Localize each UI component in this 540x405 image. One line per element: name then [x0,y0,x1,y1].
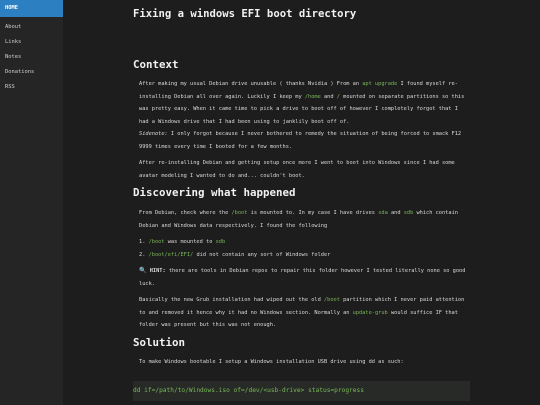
list-item: 2. /boot/efi/EFI/ did not contain any so… [139,249,330,262]
sidebar-item-donations[interactable]: Donations [0,65,63,80]
findings-list: 1. /boot was mounted to sdb 2. /boot/efi… [139,236,330,261]
solution-paragraph-1: To make Windows bootable I setup a Windo… [139,359,404,365]
inline-code: /boot [323,297,340,303]
list-number: 2. [139,251,146,258]
section-heading-context: Context [133,58,179,71]
context-paragraph-3: After re-installing Debian and getting s… [139,160,455,179]
text: and [320,93,337,100]
inline-code: /home [304,93,321,100]
text: After making my usual Debian drive unusa… [139,81,363,87]
article: Fixing a windows EFI boot directory Cont… [63,0,540,405]
section-heading-discovering: Discovering what happened [133,186,296,199]
inline-code: sdb [403,210,414,216]
text: and [387,210,404,216]
text: From Debian, check where the [139,210,232,216]
sidebar-item-links[interactable]: Links [0,35,63,50]
context-paragraph-2: Sidenote: I only forgot because I never … [139,128,469,153]
sidebar-item-rss[interactable]: RSS [0,80,63,95]
inline-code: sdb [215,239,226,245]
discovering-paragraph-1: From Debian, check where the /boot is mo… [139,207,469,232]
sidenote-label: Sidenote: [139,131,168,137]
sidebar-item-home[interactable]: HOME [0,0,63,17]
text: was mounted to [164,239,216,245]
text: I only forgot because I never bothered t… [139,131,462,150]
sidebar: HOME About Links Notes Donations RSS [0,0,63,405]
magnifier-icon: 🔍 [139,267,147,274]
discovering-paragraph-3: Basically the new Grub installation had … [139,294,469,332]
inline-code: /boot/efi/EFI/ [148,251,194,258]
inline-code: sda [378,210,388,216]
list-item: 1. /boot was mounted to sdb [139,236,330,249]
page-title: Fixing a windows EFI boot directory [133,8,357,20]
hint-paragraph: 🔍 HINT: there are tools in Debian repos … [139,265,469,290]
list-number: 1. [139,239,146,245]
code-block: dd if=/path/to/Windows.iso of=/dev/<usb-… [133,381,470,402]
inline-code: /boot [148,239,165,245]
context-paragraph-1: After making my usual Debian drive unusa… [139,78,469,128]
inline-code: update-grub [352,309,388,316]
text: there are tools in Debian repos to repai… [139,268,466,287]
hint-label: HINT: [149,268,166,274]
section-heading-solution: Solution [133,336,186,349]
inline-code: /boot [231,210,248,216]
inline-code: apt upgrade [362,81,398,87]
text: Basically the new Grub installation had … [139,297,324,303]
text: did not contain any sort of Windows fold… [193,251,331,258]
sidebar-item-notes[interactable]: Notes [0,50,63,65]
sidebar-item-about[interactable]: About [0,20,63,35]
text: is mounted to. In my case I have drives [247,210,379,216]
